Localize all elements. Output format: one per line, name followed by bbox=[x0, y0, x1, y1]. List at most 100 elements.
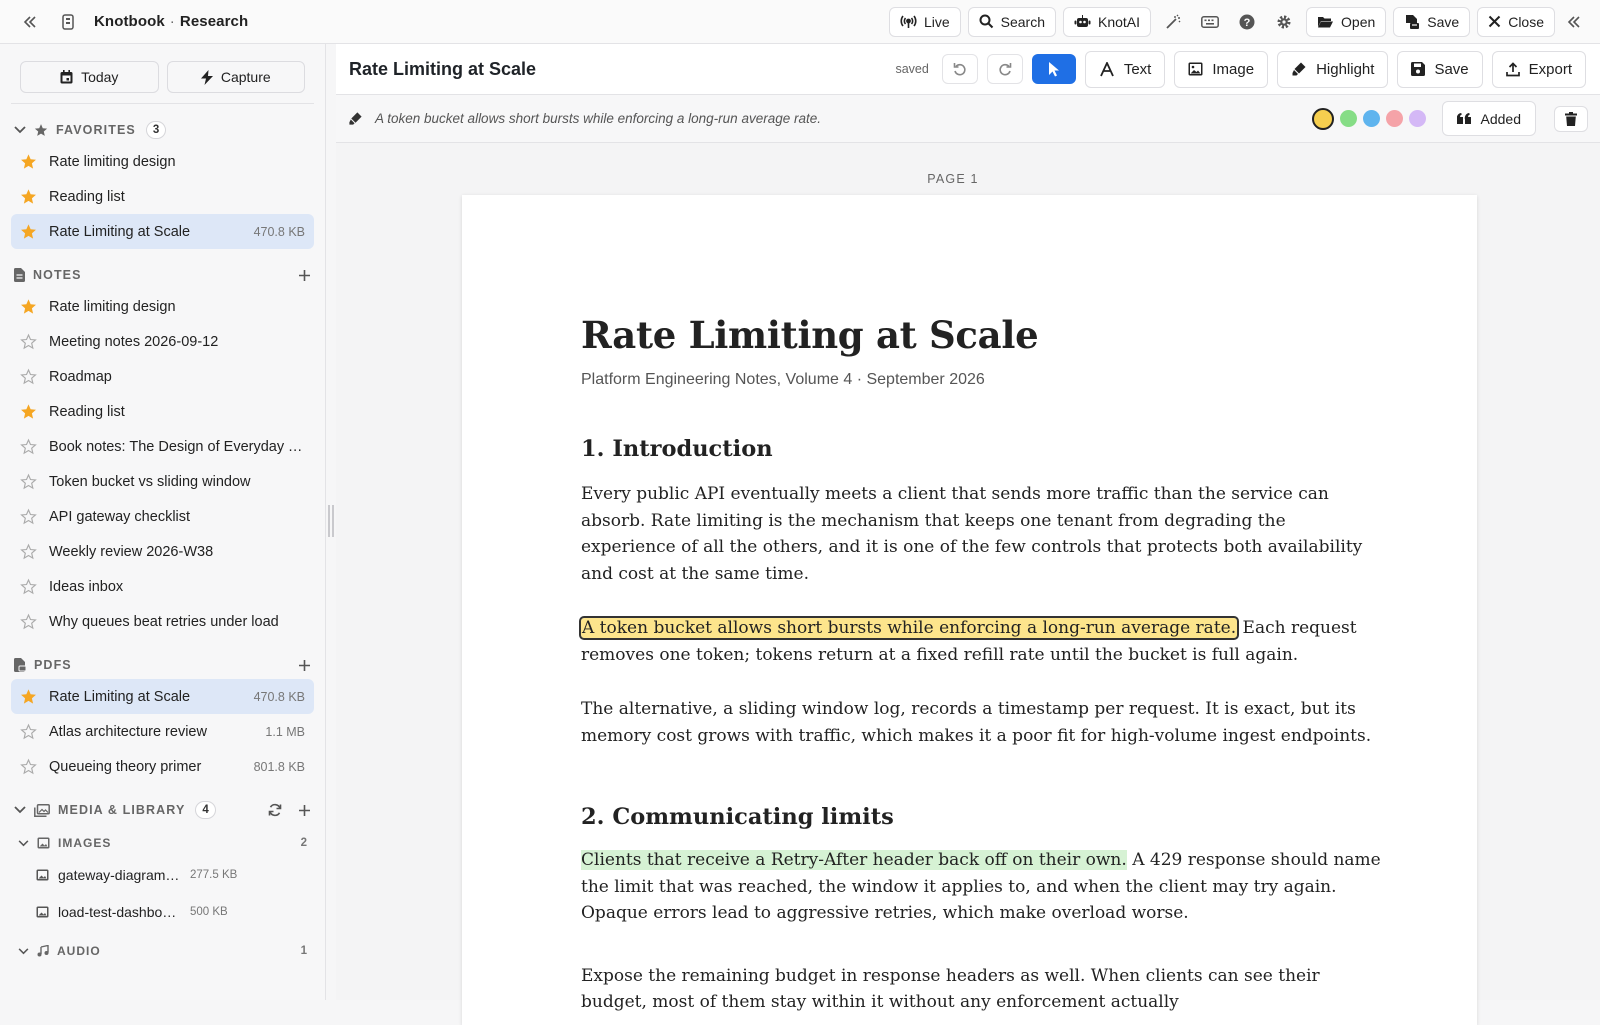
favorites-section-header[interactable]: FAVORITES 3 bbox=[0, 116, 325, 144]
note-item[interactable]: Rate limiting design bbox=[11, 289, 314, 324]
added-to-notes-button[interactable]: Added bbox=[1441, 101, 1536, 136]
search-label: Search bbox=[1000, 13, 1045, 30]
search-button[interactable]: Search bbox=[967, 6, 1056, 37]
pdfs-section-header[interactable]: PDFS bbox=[0, 651, 325, 679]
workspace-name: Research bbox=[179, 13, 249, 30]
color-swatch-pink[interactable] bbox=[1385, 110, 1403, 127]
image-icon bbox=[37, 837, 50, 849]
folder-open-icon bbox=[1318, 16, 1334, 27]
redo-button[interactable] bbox=[986, 54, 1023, 84]
note-item-label: Book notes: The Design of Everyday Thing… bbox=[49, 438, 305, 455]
favorite-item-active[interactable]: Rate Limiting at Scale 470.8 KB bbox=[11, 214, 314, 249]
magic-wand-icon[interactable] bbox=[1158, 7, 1188, 37]
chevron-down-icon bbox=[18, 947, 29, 954]
close-button[interactable]: Close bbox=[1477, 6, 1555, 37]
star-outline-icon[interactable] bbox=[20, 508, 37, 525]
save-document-button[interactable]: Save bbox=[1397, 50, 1483, 88]
note-item[interactable]: API gateway checklist bbox=[11, 499, 314, 534]
star-outline-icon[interactable] bbox=[20, 723, 37, 740]
undo-button[interactable] bbox=[941, 54, 978, 84]
note-item[interactable]: Token bucket vs sliding window bbox=[11, 464, 314, 499]
file-size: 500 KB bbox=[190, 905, 228, 918]
sidebar-resize-handle[interactable] bbox=[328, 505, 334, 537]
capture-button[interactable]: Capture bbox=[166, 61, 305, 93]
select-tool-button[interactable] bbox=[1031, 54, 1076, 84]
cursor-icon bbox=[1048, 62, 1059, 77]
highlight-yellow-selected[interactable]: A token bucket allows short bursts while… bbox=[578, 616, 1240, 640]
pdf-item-label: Atlas architecture review bbox=[49, 723, 207, 740]
text-tool-label: Text bbox=[1123, 60, 1152, 78]
document-pane: Rate Limiting at Scale saved Text Image bbox=[336, 44, 1600, 1025]
note-item-label: Why queues beat retries under load bbox=[49, 613, 279, 630]
note-item[interactable]: Ideas inbox bbox=[11, 569, 314, 604]
highlight-green[interactable]: Clients that receive a Retry-After heade… bbox=[581, 850, 1127, 870]
media-item[interactable]: load-test-dashboard.png 500 KB bbox=[0, 893, 325, 930]
collapse-right-panel-icon[interactable] bbox=[1562, 10, 1586, 34]
text-tool-button[interactable]: Text bbox=[1084, 50, 1166, 88]
pdf-item[interactable]: Atlas architecture review 1.1 MB bbox=[11, 714, 314, 749]
audio-subsection-header[interactable]: AUDIO 1 bbox=[0, 938, 325, 964]
star-outline-icon[interactable] bbox=[20, 368, 37, 385]
collapse-sidebar-icon[interactable] bbox=[18, 10, 42, 34]
trash-icon bbox=[1565, 111, 1577, 126]
paragraph: Clients that receive a Retry-After heade… bbox=[581, 847, 1381, 927]
document-subtitle: Platform Engineering Notes, Volume 4 · S… bbox=[581, 371, 985, 388]
save-file-button[interactable]: Save bbox=[1393, 6, 1471, 37]
favorite-item-label: Reading list bbox=[49, 188, 125, 205]
file-size: 277.5 KB bbox=[190, 868, 238, 881]
color-swatch-blue[interactable] bbox=[1362, 110, 1380, 127]
add-pdf-icon[interactable] bbox=[298, 659, 311, 672]
media-item-label: gateway-diagram.png bbox=[58, 866, 182, 883]
title-separator: · bbox=[169, 13, 175, 30]
media-section-header[interactable]: MEDIA & LIBRARY 4 bbox=[0, 796, 325, 824]
keyboard-icon[interactable] bbox=[1195, 7, 1225, 37]
add-note-icon[interactable] bbox=[298, 269, 311, 282]
add-media-icon[interactable] bbox=[298, 804, 311, 817]
capture-label: Capture bbox=[220, 69, 271, 85]
floppy-disk-icon bbox=[1411, 62, 1426, 76]
note-item[interactable]: Reading list bbox=[11, 394, 314, 429]
pdf-item-label: Rate Limiting at Scale bbox=[49, 688, 191, 705]
note-item[interactable]: Meeting notes 2026-09-12 bbox=[11, 324, 314, 359]
save-file-label: Save bbox=[1427, 13, 1460, 30]
color-swatch-purple[interactable] bbox=[1408, 110, 1426, 127]
delete-annotation-button[interactable] bbox=[1554, 105, 1588, 132]
note-item[interactable]: Weekly review 2026-W38 bbox=[11, 534, 314, 569]
today-button[interactable]: Today bbox=[20, 61, 159, 93]
svg-text:?: ? bbox=[1244, 17, 1251, 29]
star-outline-icon[interactable] bbox=[20, 333, 37, 350]
star-outline-icon[interactable] bbox=[20, 578, 37, 595]
search-icon bbox=[979, 14, 993, 29]
pdf-item-label: Queueing theory primer bbox=[49, 758, 202, 775]
highlight-tool-button[interactable]: Highlight bbox=[1277, 50, 1389, 88]
favorite-item[interactable]: Rate limiting design bbox=[11, 144, 314, 179]
favorite-item[interactable]: Reading list bbox=[11, 179, 314, 214]
live-button[interactable]: Live bbox=[888, 6, 961, 37]
star-filled-icon bbox=[21, 224, 36, 239]
star-outline-icon[interactable] bbox=[20, 758, 37, 775]
star-outline-icon[interactable] bbox=[20, 613, 37, 630]
images-subsection-header[interactable]: IMAGES 2 bbox=[0, 830, 325, 856]
note-item[interactable]: Book notes: The Design of Everyday Thing… bbox=[11, 429, 314, 464]
document-title: Rate Limiting at Scale bbox=[349, 58, 537, 79]
pdf-item[interactable]: Queueing theory primer 801.8 KB bbox=[11, 749, 314, 784]
star-outline-icon[interactable] bbox=[20, 543, 37, 560]
refresh-icon[interactable] bbox=[268, 803, 282, 817]
highlighter-icon bbox=[349, 112, 362, 125]
media-item[interactable]: gateway-diagram.png 277.5 KB bbox=[0, 856, 325, 893]
open-button[interactable]: Open bbox=[1306, 6, 1387, 37]
notes-section-header[interactable]: NOTES bbox=[0, 261, 325, 289]
image-tool-button[interactable]: Image bbox=[1174, 50, 1269, 88]
help-icon[interactable]: ? bbox=[1232, 7, 1262, 37]
star-filled-icon bbox=[21, 299, 36, 314]
star-outline-icon[interactable] bbox=[20, 473, 37, 490]
knotai-button[interactable]: KnotAI bbox=[1063, 6, 1152, 37]
note-item[interactable]: Why queues beat retries under load bbox=[11, 604, 314, 639]
pdf-item-active[interactable]: Rate Limiting at Scale 470.8 KB bbox=[11, 679, 314, 714]
color-swatch-yellow[interactable] bbox=[1311, 107, 1334, 130]
note-item[interactable]: Roadmap bbox=[11, 359, 314, 394]
gear-icon[interactable] bbox=[1269, 7, 1299, 37]
color-swatch-green[interactable] bbox=[1339, 110, 1357, 127]
star-outline-icon[interactable] bbox=[20, 438, 37, 455]
export-button[interactable]: Export bbox=[1491, 50, 1586, 88]
